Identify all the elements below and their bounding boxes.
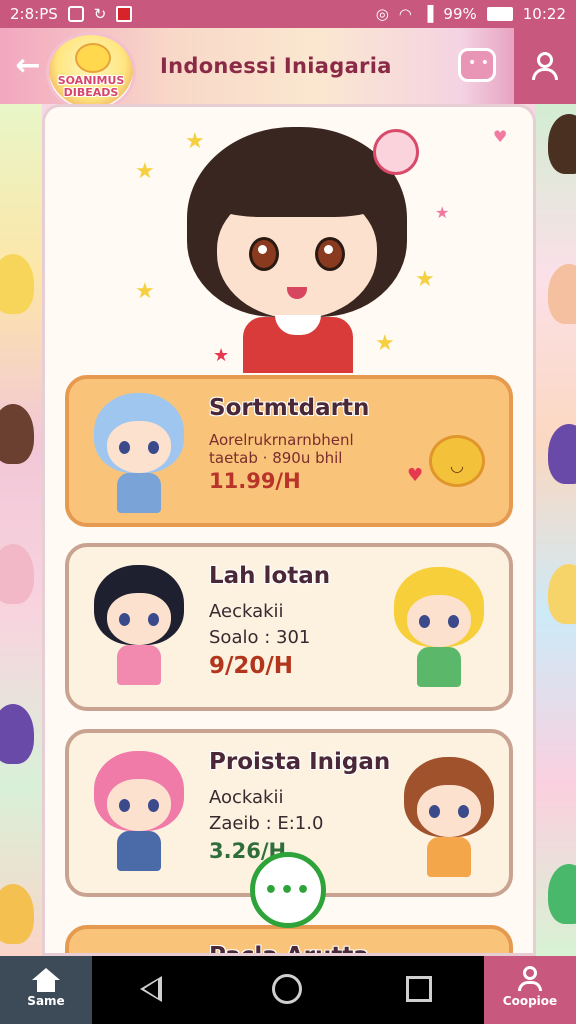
profile-button[interactable]	[514, 28, 576, 104]
nav-home-label: Same	[27, 994, 65, 1008]
side-chibi	[0, 404, 34, 464]
card-detail: Soalo : 301	[209, 627, 311, 648]
card-subtitle: Aorelrukrnarnbhenl	[209, 431, 354, 449]
hair-accessory-icon	[373, 129, 419, 175]
status-bar: 2:8:PS ↻ ◎ ◠ ▐ 99% 10:22	[0, 0, 576, 28]
logo-mascot	[75, 43, 111, 73]
profile-icon	[530, 50, 560, 82]
star-icon: ★	[135, 159, 155, 184]
character-card[interactable]: Pacla Arutta	[65, 925, 513, 956]
card-subtitle: Aeckakii	[209, 601, 284, 622]
chibi-blonde-hair	[389, 567, 489, 697]
status-time: 10:22	[522, 5, 566, 23]
side-chibi	[0, 254, 34, 314]
more-icon: •••	[263, 877, 313, 903]
side-chibi	[548, 264, 576, 324]
card-title: Pacla Arutta	[209, 943, 369, 956]
system-back-icon[interactable]	[140, 976, 162, 1002]
star-icon: ★	[435, 203, 450, 222]
character-card[interactable]: Lah lotan Aeckakii Soalo : 301 9/20/H	[65, 543, 513, 711]
mascot-blob-icon	[429, 435, 485, 487]
system-recents-icon[interactable]	[406, 976, 432, 1002]
app-logo[interactable]: SOANIMUS DIBEADS	[46, 32, 136, 112]
app-notification-icon	[116, 6, 133, 22]
card-detail: Zaeib : E:1.0	[209, 813, 324, 834]
chat-icon[interactable]	[458, 48, 496, 82]
card-title: Lah lotan	[209, 563, 331, 589]
card-title: Proista Inigan	[209, 749, 391, 775]
chibi-brown-hair	[399, 757, 499, 887]
page-title: Indonessi Iniagaria	[160, 54, 392, 78]
main-panel: ★ ★ ★ ★ ★ ★ ★ ♥ Sortmtdartn Aorelrukrnar…	[42, 104, 536, 956]
side-chibi	[0, 544, 34, 604]
battery-percent: 99%	[443, 5, 477, 23]
app-header: ← SOANIMUS DIBEADS Indonessi Iniagaria	[0, 28, 576, 112]
card-detail: taetab · 890u bhil	[209, 449, 343, 467]
nav-home-tab[interactable]: Same	[0, 956, 92, 1024]
star-icon: ★	[415, 267, 435, 292]
system-home-icon[interactable]	[272, 974, 302, 1004]
signal-icon: ▐	[421, 5, 434, 23]
chibi-black-hair	[89, 565, 189, 695]
more-button[interactable]: •••	[250, 852, 326, 928]
chibi-pink-hair	[89, 751, 189, 881]
home-icon	[32, 968, 60, 992]
alarm-icon: ◎	[375, 5, 389, 23]
chibi-blue-hair	[89, 393, 189, 523]
heart-icon: ♥	[407, 465, 424, 486]
side-chibi	[0, 704, 34, 764]
side-chibi	[0, 884, 34, 944]
character-card[interactable]: Sortmtdartn Aorelrukrnarnbhenl taetab · …	[65, 375, 513, 527]
card-price: 9/20/H	[209, 653, 294, 679]
bottom-navigation: Same Coopioe	[0, 956, 576, 1024]
battery-icon	[486, 7, 513, 21]
card-title: Sortmtdartn	[209, 395, 370, 421]
back-arrow-icon[interactable]: ←	[8, 46, 48, 86]
star-icon: ★	[375, 331, 395, 356]
side-chibi	[548, 424, 576, 484]
star-icon: ★	[185, 129, 205, 154]
right-decor-strip	[536, 104, 576, 956]
logo-text: SOANIMUS DIBEADS	[57, 74, 125, 99]
left-decor-strip	[0, 104, 42, 956]
sync-icon: ↻	[93, 5, 107, 23]
side-chibi	[548, 114, 576, 174]
nav-profile-label: Coopioe	[502, 994, 558, 1008]
wifi-icon: ◠	[398, 5, 412, 23]
star-icon: ★	[135, 279, 155, 304]
profile-icon	[517, 966, 543, 992]
star-icon: ★	[213, 345, 230, 366]
nav-profile-tab[interactable]: Coopioe	[484, 956, 576, 1024]
side-chibi	[548, 564, 576, 624]
side-chibi	[548, 864, 576, 924]
notification-icon	[67, 6, 84, 22]
card-price: 11.99/H	[209, 469, 301, 493]
heart-icon: ♥	[493, 127, 508, 146]
status-left-text: 2:8:PS	[10, 5, 58, 23]
card-subtitle: Aockakii	[209, 787, 284, 808]
